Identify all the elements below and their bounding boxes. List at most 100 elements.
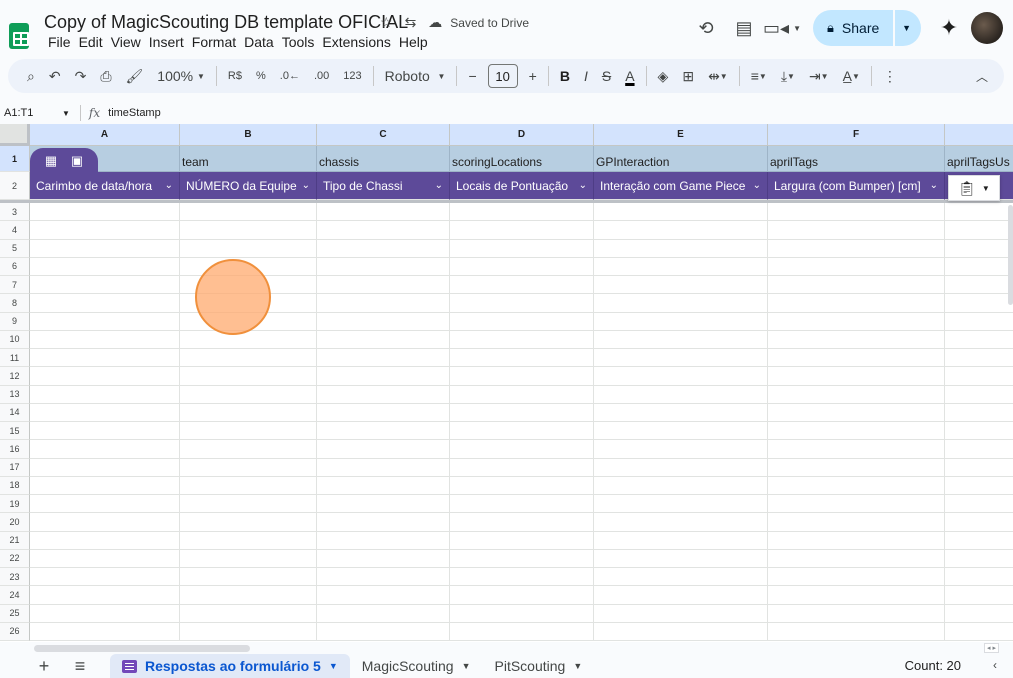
grid-cell[interactable] xyxy=(945,258,1013,276)
bold-button[interactable]: B xyxy=(553,64,577,88)
row-header[interactable]: 9 xyxy=(0,312,30,331)
grid-cell[interactable] xyxy=(945,459,1013,477)
grid-cell[interactable] xyxy=(450,549,594,568)
grid-cell[interactable] xyxy=(768,203,945,222)
grid-cell[interactable] xyxy=(317,276,450,295)
grid-cell[interactable] xyxy=(317,385,450,404)
grid-cell[interactable] xyxy=(594,586,768,605)
grid-cell[interactable]: scoringLocations xyxy=(450,146,594,172)
grid-cell[interactable] xyxy=(30,367,180,386)
grid-cell[interactable] xyxy=(450,349,594,368)
menu-tools[interactable]: Tools xyxy=(278,34,319,50)
number-format-button[interactable]: 123 xyxy=(336,64,368,88)
grid-cell[interactable] xyxy=(317,458,450,477)
grid-cell[interactable]: GPInteraction xyxy=(594,146,768,172)
grid-cell[interactable] xyxy=(180,239,317,258)
grid-cell[interactable] xyxy=(450,495,594,514)
grid-cell[interactable]: aprilTagsUs xyxy=(945,146,1013,172)
menu-data[interactable]: Data xyxy=(240,34,278,50)
table-column-header[interactable]: Largura (com Bumper) [cm] ⌄ xyxy=(768,172,945,200)
grid-cell[interactable] xyxy=(180,531,317,550)
column-header[interactable]: E xyxy=(594,124,768,146)
grid-cell[interactable] xyxy=(30,622,180,641)
grid-cell[interactable] xyxy=(180,422,317,441)
table-column-header[interactable]: NÚMERO da Equipe ⌄ xyxy=(180,172,317,200)
meet-call-icon[interactable]: ▭◂ ▼ xyxy=(763,9,801,47)
row-header[interactable]: 2 xyxy=(0,172,30,200)
grid-cell[interactable] xyxy=(450,403,594,422)
grid-cell[interactable] xyxy=(450,513,594,532)
grid-cell[interactable] xyxy=(30,257,180,276)
add-sheet-icon[interactable]: + xyxy=(26,656,62,677)
grid-cell[interactable] xyxy=(30,422,180,441)
chevron-down-icon[interactable]: ▼ xyxy=(329,661,338,671)
grid-cell[interactable] xyxy=(30,221,180,240)
chevron-down-icon[interactable]: ⌄ xyxy=(435,180,443,191)
sheet-tab-magicscouting[interactable]: MagicScouting ▼ xyxy=(350,654,483,678)
row-header[interactable]: 20 xyxy=(0,513,30,532)
font-size-input[interactable]: 10 xyxy=(487,64,518,88)
grid-cell[interactable] xyxy=(594,203,768,222)
explore-collapse-icon[interactable]: ‹ xyxy=(993,658,997,672)
grid-cell[interactable] xyxy=(180,221,317,240)
name-box[interactable]: A1:T1 xyxy=(0,107,62,119)
row-header[interactable]: 15 xyxy=(0,422,30,441)
grid-cell[interactable] xyxy=(945,513,1013,532)
menu-help[interactable]: Help xyxy=(395,34,432,50)
grid-cell[interactable] xyxy=(945,294,1013,313)
grid-cell[interactable] xyxy=(945,349,1013,368)
all-sheets-icon[interactable]: ≡ xyxy=(62,656,98,677)
grid-cell[interactable] xyxy=(945,240,1013,258)
grid-cell[interactable] xyxy=(945,203,1013,222)
grid-cell[interactable] xyxy=(768,586,945,605)
grid-cell[interactable] xyxy=(768,221,945,240)
chevron-down-icon[interactable]: ⌄ xyxy=(579,180,587,191)
grid-cell[interactable] xyxy=(768,568,945,587)
grid-cell[interactable] xyxy=(594,385,768,404)
grid-cell[interactable] xyxy=(768,604,945,623)
grid-cell[interactable] xyxy=(317,312,450,331)
grid-cell[interactable] xyxy=(450,257,594,276)
grid-cell[interactable] xyxy=(450,458,594,477)
grid-cell[interactable] xyxy=(594,403,768,422)
grid-cell[interactable] xyxy=(30,385,180,404)
font-select[interactable]: Roboto ▼ xyxy=(378,64,453,88)
menu-insert[interactable]: Insert xyxy=(145,34,188,50)
saved-status[interactable]: Saved to Drive xyxy=(450,16,529,30)
grid-cell[interactable] xyxy=(768,239,945,258)
decrease-decimals-button[interactable]: .0← xyxy=(273,64,307,88)
grid-cell[interactable] xyxy=(30,476,180,495)
italic-button[interactable]: I xyxy=(577,64,595,88)
grid-cell[interactable] xyxy=(317,294,450,313)
grid-cell[interactable] xyxy=(30,531,180,550)
table-column-header[interactable]: Tipo de Chassi ⌄ xyxy=(317,172,450,200)
column-header[interactable]: C xyxy=(317,124,450,146)
grid-cell[interactable] xyxy=(450,476,594,495)
grid-cell[interactable] xyxy=(180,622,317,641)
grid-cell[interactable] xyxy=(594,257,768,276)
grid-cell[interactable] xyxy=(594,495,768,514)
grid-cell[interactable] xyxy=(768,531,945,550)
grid-cell[interactable] xyxy=(30,549,180,568)
row-header[interactable]: 7 xyxy=(0,276,30,295)
grid-cell[interactable] xyxy=(30,239,180,258)
sheet-tab-respostas[interactable]: Respostas ao formulário 5 ▼ xyxy=(110,654,350,678)
grid-cell[interactable] xyxy=(317,549,450,568)
grid-cell[interactable] xyxy=(30,276,180,295)
increase-font-size-icon[interactable]: + xyxy=(522,64,544,88)
grid-cell[interactable] xyxy=(768,458,945,477)
chevron-down-icon[interactable]: ⌄ xyxy=(165,180,173,191)
grid-cell[interactable] xyxy=(945,532,1013,550)
grid-cell[interactable] xyxy=(450,312,594,331)
grid-cell[interactable] xyxy=(594,458,768,477)
grid-cell[interactable] xyxy=(450,385,594,404)
document-title[interactable]: Copy of MagicScouting DB template OFICIA… xyxy=(44,12,408,33)
paste-options-button[interactable]: 📋︎ ▼ xyxy=(948,175,1000,201)
grid-cell[interactable] xyxy=(594,422,768,441)
grid-cell[interactable] xyxy=(945,586,1013,605)
grid-cell[interactable] xyxy=(945,404,1013,422)
sheets-logo-icon[interactable] xyxy=(9,23,29,49)
row-header[interactable]: 8 xyxy=(0,294,30,313)
grid-cell[interactable] xyxy=(594,312,768,331)
grid-cell[interactable] xyxy=(180,385,317,404)
